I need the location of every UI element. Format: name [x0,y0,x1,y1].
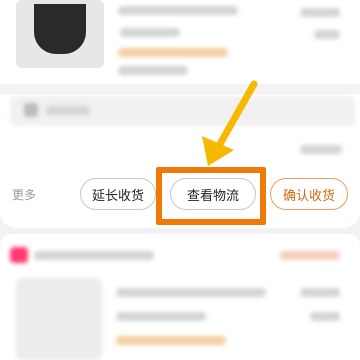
product-thumbnail[interactable] [16,0,104,68]
status-text-blurred [300,145,342,154]
pointer-arrow-icon [202,80,258,166]
product-thumbnail-2[interactable] [16,278,102,360]
service-text-blurred [46,106,90,115]
confirm-receipt-button[interactable]: 确认收货 [270,178,348,210]
service-icon [24,103,38,117]
view-logistics-label: 查看物流 [186,188,239,204]
view-logistics-button[interactable]: 查看物流 [170,178,256,210]
extend-receipt-label: 延长收货 [91,188,144,204]
confirm-receipt-label: 确认收货 [282,188,335,204]
section-divider [0,84,360,94]
product-image [34,4,86,54]
store-badge-icon [10,247,28,263]
more-link[interactable]: 更多 [12,186,36,203]
extend-receipt-button[interactable]: 延长收货 [80,178,156,210]
